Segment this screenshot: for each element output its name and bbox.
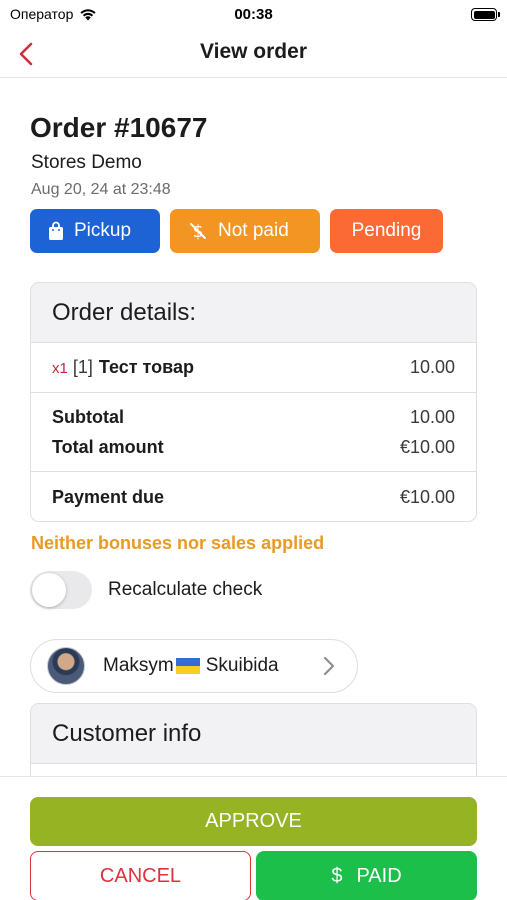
pending-label: Pending xyxy=(351,220,422,241)
cancel-button[interactable]: CANCEL xyxy=(30,851,251,900)
recalculate-row: Recalculate check xyxy=(30,571,262,609)
approve-button[interactable]: APPROVE xyxy=(30,797,477,846)
pickup-label: Pickup xyxy=(74,220,132,241)
order-date: Aug 20, 24 at 23:48 xyxy=(31,181,171,198)
avatar xyxy=(47,647,85,685)
pickup-badge: Pickup xyxy=(30,209,160,253)
order-details-card: Order details: x1 [1] Тест товар 10.00 Sub… xyxy=(30,282,477,522)
status-bar: Оператор 00:38 xyxy=(0,0,507,30)
store-name: Stores Demo xyxy=(31,152,142,173)
action-panel: APPROVE CANCEL $ PAID xyxy=(0,776,507,900)
shopping-bag-icon xyxy=(49,221,63,240)
navigation-bar: View order xyxy=(0,30,507,78)
item-quantity: x1 xyxy=(52,360,68,377)
item-name: Тест товар xyxy=(98,357,194,377)
no-money-icon: $ xyxy=(190,222,206,241)
customer-chip[interactable]: Maksym Skuibida xyxy=(30,639,358,693)
dollar-icon: $ xyxy=(331,864,343,887)
total-value: €10.00 xyxy=(399,436,455,457)
paid-label: PAID xyxy=(356,864,402,887)
not-paid-label: Not paid xyxy=(218,220,289,241)
customer-first-name: Maksym xyxy=(103,655,174,676)
order-details-header: Order details: xyxy=(31,283,476,343)
recalculate-toggle[interactable] xyxy=(30,571,92,609)
order-status-badge: Pending xyxy=(330,209,443,253)
subtotal-row: Subtotal 10.00 xyxy=(31,406,476,428)
order-number: Order #10677 xyxy=(30,112,208,143)
payment-status-badge: $ Not paid xyxy=(170,209,320,253)
paid-button[interactable]: $ PAID xyxy=(256,851,477,900)
item-position: [1] xyxy=(72,357,93,377)
subtotal-value: 10.00 xyxy=(409,406,455,427)
toggle-knob xyxy=(32,573,66,607)
payment-due-value: €10.00 xyxy=(399,486,455,507)
customer-info-header: Customer info xyxy=(31,704,476,764)
payment-due-label: Payment due xyxy=(52,486,165,507)
battery-icon xyxy=(471,8,500,21)
recalculate-label: Recalculate check xyxy=(108,579,263,600)
order-item-row: x1 [1] Тест товар 10.00 xyxy=(31,343,476,393)
chevron-right-icon xyxy=(323,656,335,676)
customer-name: Maksym Skuibida xyxy=(103,655,279,677)
totals-section: Subtotal 10.00 Total amount €10.00 xyxy=(31,393,476,472)
subtotal-label: Subtotal xyxy=(52,406,124,427)
item-price: 10.00 xyxy=(409,357,455,377)
customer-last-name: Skuibida xyxy=(205,655,279,676)
ukraine-flag-icon xyxy=(175,658,200,674)
order-badges: Pickup $ Not paid Pending xyxy=(30,209,443,253)
page-title: View order xyxy=(200,40,307,63)
total-row: Total amount €10.00 xyxy=(31,436,476,458)
payment-due-row: Payment due €10.00 xyxy=(31,472,476,521)
bonus-notice: Neither bonuses nor sales applied xyxy=(31,533,325,553)
status-time: 00:38 xyxy=(234,6,273,23)
total-label: Total amount xyxy=(52,436,164,457)
